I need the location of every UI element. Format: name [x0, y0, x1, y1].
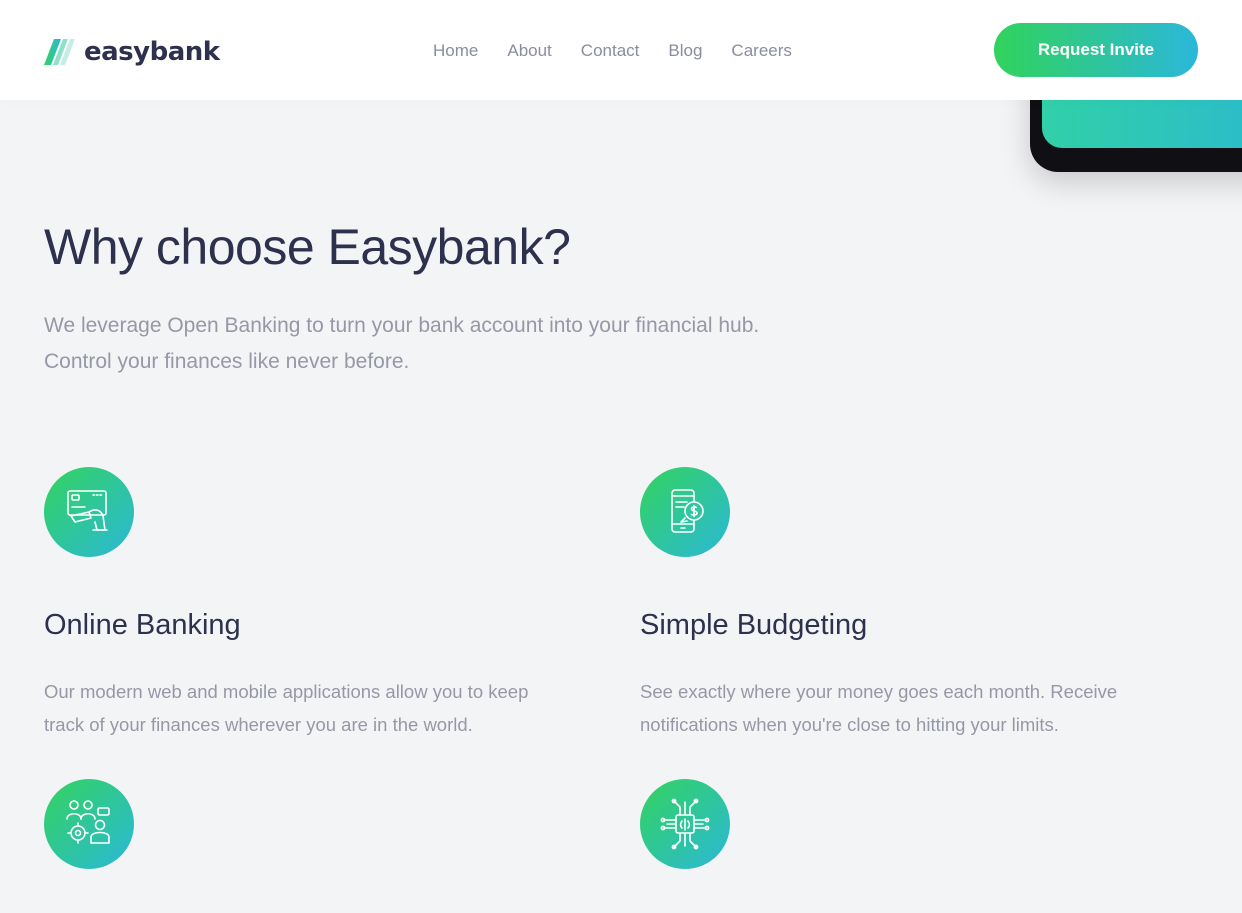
feature-title: Simple Budgeting — [640, 609, 868, 641]
feature-description: Our modern web and mobile applications a… — [44, 675, 604, 741]
feature-desc-line-1: Our modern web and mobile applications a… — [44, 681, 529, 702]
section-title: Why choose Easybank? — [44, 219, 571, 275]
logo-mark-icon — [44, 39, 75, 65]
section-intro: We leverage Open Banking to turn your ba… — [44, 308, 864, 380]
nav-contact[interactable]: Contact — [581, 40, 640, 62]
feature-desc-line-2: track of your finances wherever you are … — [44, 714, 473, 735]
feature-title: Online Banking — [44, 609, 241, 641]
nav-about[interactable]: About — [507, 40, 551, 62]
online-banking-icon — [44, 467, 134, 557]
budgeting-icon — [640, 467, 730, 557]
feature-desc-line-1: See exactly where your money goes each m… — [640, 681, 1118, 702]
brand-name: easybank — [84, 37, 220, 67]
request-invite-button[interactable]: Request Invite — [994, 23, 1198, 77]
site-header: easybank Home About Contact Blog Careers… — [0, 0, 1242, 100]
main-nav: Home About Contact Blog Careers — [433, 40, 821, 62]
brand-logo[interactable]: easybank — [44, 38, 220, 66]
intro-line-1: We leverage Open Banking to turn your ba… — [44, 314, 760, 337]
intro-line-2: Control your finances like never before. — [44, 350, 410, 373]
nav-blog[interactable]: Blog — [668, 40, 702, 62]
feature-description: See exactly where your money goes each m… — [640, 675, 1200, 741]
feature-desc-line-2: notifications when you're close to hitti… — [640, 714, 1059, 735]
api-icon — [640, 779, 730, 869]
onboarding-icon — [44, 779, 134, 869]
nav-careers[interactable]: Careers — [731, 40, 791, 62]
nav-home[interactable]: Home — [433, 40, 478, 62]
